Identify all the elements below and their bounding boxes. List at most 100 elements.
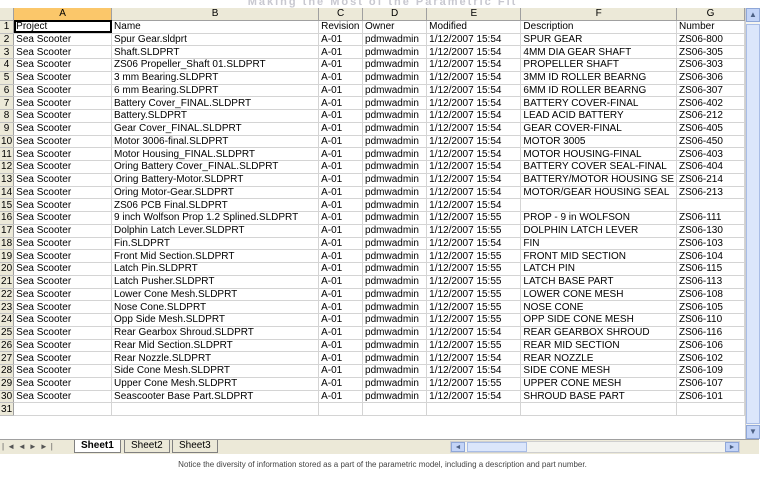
cell-e14[interactable]: 1/12/2007 15:54 <box>426 186 522 200</box>
cell-e11[interactable]: 1/12/2007 15:54 <box>426 147 522 161</box>
cell-c13[interactable]: A-01 <box>318 173 364 187</box>
cell-e12[interactable]: 1/12/2007 15:54 <box>426 160 522 174</box>
row-header[interactable]: 20 <box>0 262 15 276</box>
prev-sheet-icon[interactable]: ◄ <box>18 442 29 451</box>
cell-c24[interactable]: A-01 <box>318 313 364 327</box>
column-header-d[interactable]: D <box>362 8 428 21</box>
cell-c25[interactable]: A-01 <box>318 326 364 340</box>
cell-f22[interactable]: LOWER CONE MESH <box>520 288 677 302</box>
cell-c15[interactable]: A-01 <box>318 198 364 212</box>
cell-c9[interactable]: A-01 <box>318 122 364 136</box>
cell-a26[interactable]: Sea Scooter <box>13 339 113 353</box>
first-sheet-icon[interactable]: |◄ <box>2 442 18 451</box>
cell-g23[interactable]: ZS06-105 <box>676 300 745 314</box>
cell-a18[interactable]: Sea Scooter <box>13 237 113 251</box>
cell-b30[interactable]: Seascooter Base Part.SLDPRT <box>111 390 320 404</box>
column-header-f[interactable]: F <box>520 8 677 21</box>
cell-g30[interactable]: ZS06-101 <box>676 390 745 404</box>
cell-c18[interactable]: A-01 <box>318 237 364 251</box>
cell-a6[interactable]: Sea Scooter <box>13 84 113 98</box>
cell-e18[interactable]: 1/12/2007 15:54 <box>426 237 522 251</box>
cell-d29[interactable]: pdmwadmin <box>362 377 428 391</box>
row-header[interactable]: 23 <box>0 300 15 314</box>
cell-d7[interactable]: pdmwadmin <box>362 96 428 110</box>
row-header[interactable]: 17 <box>0 224 15 238</box>
cell-c8[interactable]: A-01 <box>318 109 364 123</box>
row-header[interactable]: 13 <box>0 173 15 187</box>
row-header[interactable]: 16 <box>0 211 15 225</box>
row-header[interactable]: 29 <box>0 377 15 391</box>
row-header[interactable]: 2 <box>0 33 15 47</box>
cell-f25[interactable]: REAR GEARBOX SHROUD <box>520 326 677 340</box>
cell-c12[interactable]: A-01 <box>318 160 364 174</box>
cell-e2[interactable]: 1/12/2007 15:54 <box>426 33 522 47</box>
cell-d25[interactable]: pdmwadmin <box>362 326 428 340</box>
last-sheet-icon[interactable]: ►| <box>40 442 56 451</box>
cell-a16[interactable]: Sea Scooter <box>13 211 113 225</box>
cell-g2[interactable]: ZS06-800 <box>676 33 745 47</box>
cell-g7[interactable]: ZS06-402 <box>676 96 745 110</box>
cell-d21[interactable]: pdmwadmin <box>362 275 428 289</box>
cell-g1[interactable]: Number <box>676 20 745 34</box>
cell-d17[interactable]: pdmwadmin <box>362 224 428 238</box>
cell-c17[interactable]: A-01 <box>318 224 364 238</box>
row-header[interactable]: 28 <box>0 364 15 378</box>
row-header[interactable]: 30 <box>0 390 15 404</box>
cell-a11[interactable]: Sea Scooter <box>13 147 113 161</box>
cell-e9[interactable]: 1/12/2007 15:54 <box>426 122 522 136</box>
cell-e26[interactable]: 1/12/2007 15:55 <box>426 339 522 353</box>
cell-g18[interactable]: ZS06-103 <box>676 237 745 251</box>
cell-e31[interactable] <box>426 402 522 416</box>
cell-c6[interactable]: A-01 <box>318 84 364 98</box>
scroll-down-icon[interactable]: ▼ <box>746 425 760 439</box>
cell-d28[interactable]: pdmwadmin <box>362 364 428 378</box>
cell-f14[interactable]: MOTOR/GEAR HOUSING SEAL <box>520 186 677 200</box>
cell-f9[interactable]: GEAR COVER-FINAL <box>520 122 677 136</box>
cell-e13[interactable]: 1/12/2007 15:54 <box>426 173 522 187</box>
cell-b16[interactable]: 9 inch Wolfson Prop 1.2 Splined.SLDPRT <box>111 211 320 225</box>
cell-g8[interactable]: ZS06-212 <box>676 109 745 123</box>
cell-c1[interactable]: Revision <box>318 20 364 34</box>
cell-g5[interactable]: ZS06-306 <box>676 71 745 85</box>
cell-g11[interactable]: ZS06-403 <box>676 147 745 161</box>
cell-f13[interactable]: BATTERY/MOTOR HOUSING SE <box>520 173 677 187</box>
cell-a3[interactable]: Sea Scooter <box>13 45 113 59</box>
cell-e21[interactable]: 1/12/2007 15:55 <box>426 275 522 289</box>
cell-g14[interactable]: ZS06-213 <box>676 186 745 200</box>
cell-g31[interactable] <box>676 402 745 416</box>
row-header[interactable]: 19 <box>0 249 15 263</box>
cell-g21[interactable]: ZS06-113 <box>676 275 745 289</box>
cell-e28[interactable]: 1/12/2007 15:54 <box>426 364 522 378</box>
cell-g17[interactable]: ZS06-130 <box>676 224 745 238</box>
row-header[interactable]: 12 <box>0 160 15 174</box>
row-header[interactable]: 3 <box>0 45 15 59</box>
cell-c7[interactable]: A-01 <box>318 96 364 110</box>
cell-b28[interactable]: Side Cone Mesh.SLDPRT <box>111 364 320 378</box>
row-header[interactable]: 26 <box>0 339 15 353</box>
cell-a27[interactable]: Sea Scooter <box>13 351 113 365</box>
row-header[interactable]: 7 <box>0 96 15 110</box>
cell-b25[interactable]: Rear Gearbox Shroud.SLDPRT <box>111 326 320 340</box>
cell-a22[interactable]: Sea Scooter <box>13 288 113 302</box>
cell-f29[interactable]: UPPER CONE MESH <box>520 377 677 391</box>
cell-d12[interactable]: pdmwadmin <box>362 160 428 174</box>
cell-c19[interactable]: A-01 <box>318 249 364 263</box>
cell-a21[interactable]: Sea Scooter <box>13 275 113 289</box>
tab-sheet2[interactable]: Sheet2 <box>124 440 170 453</box>
cell-d20[interactable]: pdmwadmin <box>362 262 428 276</box>
cell-e15[interactable]: 1/12/2007 15:54 <box>426 198 522 212</box>
cell-g29[interactable]: ZS06-107 <box>676 377 745 391</box>
cell-f21[interactable]: LATCH BASE PART <box>520 275 677 289</box>
cell-e7[interactable]: 1/12/2007 15:54 <box>426 96 522 110</box>
cell-d13[interactable]: pdmwadmin <box>362 173 428 187</box>
row-header[interactable]: 22 <box>0 288 15 302</box>
cell-f30[interactable]: SHROUD BASE PART <box>520 390 677 404</box>
cell-b3[interactable]: Shaft.SLDPRT <box>111 45 320 59</box>
cell-a20[interactable]: Sea Scooter <box>13 262 113 276</box>
cell-a28[interactable]: Sea Scooter <box>13 364 113 378</box>
row-header[interactable]: 9 <box>0 122 15 136</box>
cell-a5[interactable]: Sea Scooter <box>13 71 113 85</box>
cell-b20[interactable]: Latch Pin.SLDPRT <box>111 262 320 276</box>
cell-b2[interactable]: Spur Gear.sldprt <box>111 33 320 47</box>
cell-e4[interactable]: 1/12/2007 15:54 <box>426 58 522 72</box>
